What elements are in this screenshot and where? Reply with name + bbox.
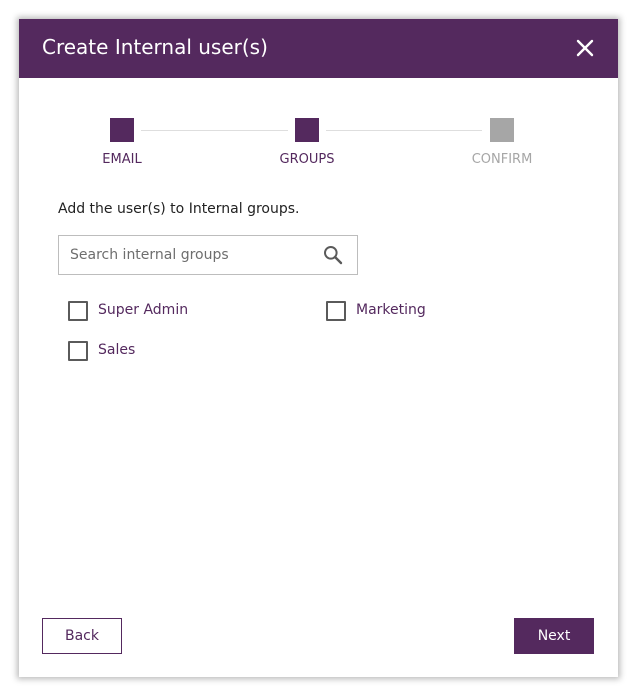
step-email-indicator [110, 118, 134, 142]
search-input[interactable] [59, 236, 320, 274]
search-box [58, 235, 358, 275]
close-icon [576, 39, 594, 57]
stepper-connector [141, 130, 288, 131]
search-icon[interactable] [323, 245, 343, 265]
checkbox[interactable] [326, 301, 346, 321]
step-groups-indicator [295, 118, 319, 142]
dialog-title: Create Internal user(s) [42, 35, 268, 59]
step-groups-label: GROUPS [279, 152, 335, 167]
checkbox[interactable] [68, 341, 88, 361]
stepper-connector [326, 130, 482, 131]
step-confirm-indicator [490, 118, 514, 142]
step-email-label: EMAIL [102, 152, 142, 167]
create-user-dialog: Create Internal user(s) EMAIL GROUPS CON… [19, 19, 618, 677]
group-label: Marketing [356, 302, 426, 318]
step-confirm-label: CONFIRM [471, 152, 533, 167]
group-label: Sales [98, 342, 136, 358]
checkbox[interactable] [68, 301, 88, 321]
dialog-header: Create Internal user(s) [19, 19, 618, 78]
close-button[interactable] [570, 33, 600, 63]
instruction-text: Add the user(s) to Internal groups. [58, 201, 300, 217]
back-button[interactable]: Back [42, 618, 122, 654]
group-label: Super Admin [98, 302, 189, 318]
next-button[interactable]: Next [514, 618, 594, 654]
